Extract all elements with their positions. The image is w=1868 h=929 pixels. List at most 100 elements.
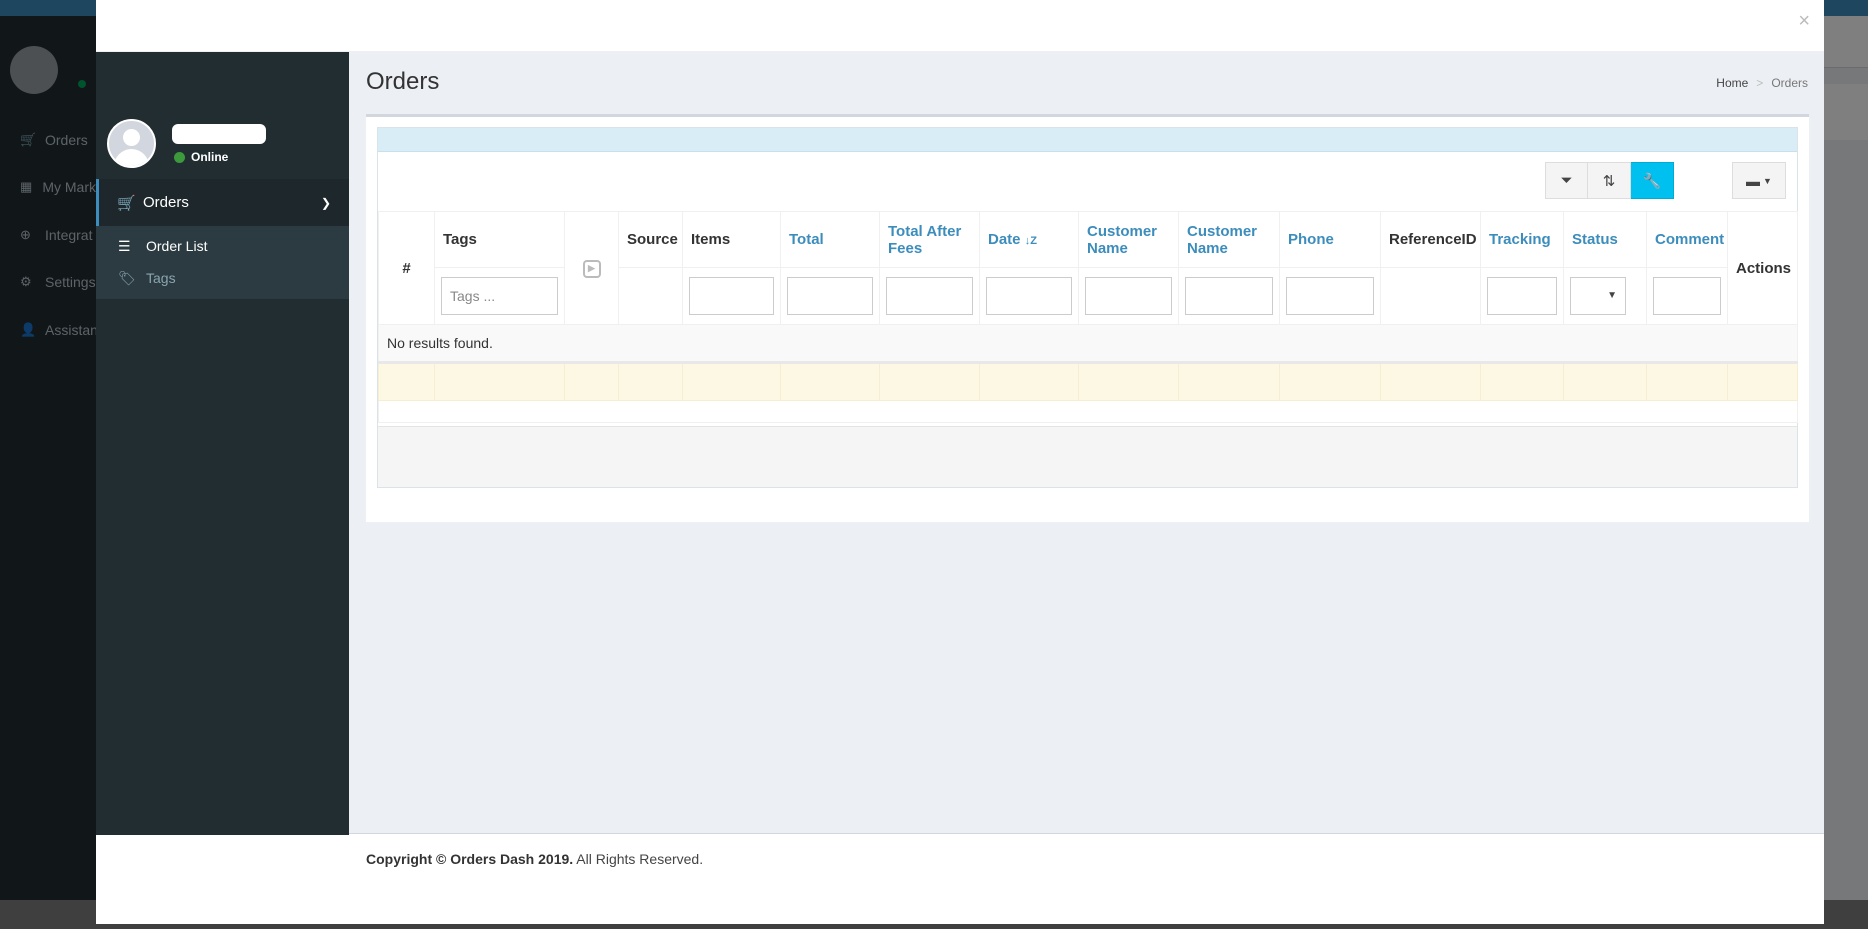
filter-icon: ⏷ [1560, 172, 1573, 189]
summary-cell [1563, 362, 1647, 401]
grid-footer [378, 426, 1797, 487]
column-header-tracking[interactable]: Tracking [1480, 211, 1564, 268]
breadcrumb-current: Orders [1771, 76, 1808, 90]
modal-dialog: × Online 🛒 Orders ❯ ☰ Order List 🏷 Tags … [96, 0, 1824, 924]
filter-cell-phone [1279, 267, 1381, 325]
tags-filter-input[interactable] [441, 277, 558, 315]
summary-cell [1380, 362, 1481, 401]
column-header-phone[interactable]: Phone [1279, 211, 1381, 268]
toolbar-button-group: ⏷ ⇅ 🔧 [1545, 162, 1674, 199]
online-status-icon [174, 151, 185, 163]
filter-cell-tags [434, 267, 565, 325]
summary-cell [378, 362, 435, 401]
column-header-tags: Tags [434, 211, 565, 268]
filter-cell-items [682, 267, 781, 325]
avatar [107, 119, 156, 168]
sidebar-item-label: Order List [146, 238, 208, 254]
date-label: Date [988, 231, 1021, 248]
comment-filter-input[interactable] [1653, 277, 1721, 315]
column-header-total[interactable]: Total [780, 211, 880, 268]
summary-cell [979, 362, 1079, 401]
spacer-cell [378, 400, 1798, 423]
orders-table: # Tags ▶ Source Items Total Total After … [378, 211, 1798, 423]
sidebar: Online 🛒 Orders ❯ ☰ Order List 🏷 Tags [96, 52, 349, 835]
export-dropdown-button[interactable]: ▬ ▼ [1732, 162, 1786, 199]
column-header-customer-name[interactable]: Customer Name [1078, 211, 1179, 268]
rights-text: All Rights Reserved. [576, 851, 704, 867]
user-status-label: Online [191, 150, 229, 164]
empty-results-row: No results found. [378, 324, 1798, 364]
grid-toolbar: ⏷ ⇅ 🔧 ▬ ▼ [378, 152, 1797, 211]
filter-cell-date [979, 267, 1079, 325]
column-header-actions: Actions [1727, 211, 1798, 325]
user-panel: Online [96, 52, 349, 179]
column-header-reference-id: ReferenceID [1380, 211, 1481, 268]
summary-cell [1279, 362, 1381, 401]
column-header-customer-name-2[interactable]: Customer Name [1178, 211, 1280, 268]
filter-cell-customer-name-2 [1178, 267, 1280, 325]
export-icon: ▬ [1746, 172, 1761, 189]
status-filter-select[interactable]: ▼ [1570, 277, 1626, 315]
caret-down-icon: ▼ [1763, 175, 1772, 186]
embedded-app: Online 🛒 Orders ❯ ☰ Order List 🏷 Tags Or… [96, 52, 1824, 887]
column-header-date[interactable]: Date ↓Z [979, 211, 1079, 268]
play-icon[interactable]: ▶ [582, 259, 601, 278]
close-button[interactable]: × [1798, 10, 1810, 32]
settings-button[interactable]: 🔧 [1631, 162, 1674, 199]
sidebar-item-order-list[interactable]: ☰ Order List [96, 230, 349, 262]
summary-cell [1078, 362, 1179, 401]
tracking-filter-input[interactable] [1487, 277, 1557, 315]
total-filter-input[interactable] [787, 277, 873, 315]
nav-orders-label: Orders [143, 194, 189, 211]
filter-cell-source [618, 267, 683, 325]
column-header-total-after-fees[interactable]: Total After Fees [879, 211, 980, 268]
filter-cell-comment [1646, 267, 1728, 325]
filter-button[interactable]: ⏷ [1545, 162, 1588, 199]
summary-cell [564, 362, 619, 401]
summary-cell [780, 362, 880, 401]
cart-icon: 🛒 [117, 194, 136, 212]
orders-grid: ⏷ ⇅ 🔧 ▬ ▼ # Tags ▶ Source Items Total To… [377, 127, 1798, 488]
nav-submenu: ☰ Order List 🏷 Tags [96, 226, 349, 299]
grid-summary-bar [378, 128, 1797, 152]
summary-cell [682, 362, 781, 401]
copyright-text: Copyright © Orders Dash 2019. [366, 851, 574, 867]
column-header-expand: ▶ [564, 211, 619, 325]
filter-cell-total-after-fees [879, 267, 980, 325]
sidebar-item-tags[interactable]: 🏷 Tags [96, 262, 349, 294]
nav-group-orders: 🛒 Orders ❯ ☰ Order List 🏷 Tags [96, 179, 349, 299]
items-filter-input[interactable] [689, 277, 774, 315]
filter-cell-status: ▼ [1563, 267, 1647, 325]
customer-name-2-filter-input[interactable] [1185, 277, 1273, 315]
total-after-fees-filter-input[interactable] [886, 277, 973, 315]
nav-orders-toggle[interactable]: 🛒 Orders ❯ [96, 179, 349, 226]
sort-button[interactable]: ⇅ [1588, 162, 1631, 199]
sidebar-item-label: Tags [146, 270, 176, 286]
summary-cell [434, 362, 565, 401]
summary-cell [1727, 362, 1798, 401]
customer-name-filter-input[interactable] [1085, 277, 1172, 315]
filter-cell-tracking [1480, 267, 1564, 325]
summary-cell [618, 362, 683, 401]
phone-filter-input[interactable] [1286, 277, 1374, 315]
user-status: Online [174, 150, 228, 164]
caret-down-icon: ▼ [1607, 290, 1617, 301]
empty-results-message: No results found. [378, 324, 1798, 364]
column-header-comment[interactable]: Comment [1646, 211, 1728, 268]
tags-icon: 🏷 [118, 269, 136, 286]
avatar-head [123, 129, 140, 146]
filter-cell-reference-id [1380, 267, 1481, 325]
main-footer: Copyright © Orders Dash 2019. All Rights… [349, 833, 1824, 887]
breadcrumb: Home > Orders [1716, 76, 1808, 90]
breadcrumb-home-link[interactable]: Home [1716, 76, 1748, 90]
page-summary-row [378, 362, 1798, 401]
column-header-status[interactable]: Status [1563, 211, 1647, 268]
orders-box: ⏷ ⇅ 🔧 ▬ ▼ # Tags ▶ Source Items Total To… [366, 114, 1809, 522]
breadcrumb-separator: > [1756, 76, 1764, 90]
date-filter-input[interactable] [986, 277, 1072, 315]
summary-cell [879, 362, 980, 401]
spacer-row [378, 400, 1798, 423]
list-icon: ☰ [118, 237, 131, 254]
column-header-source: Source [618, 211, 683, 268]
summary-cell [1178, 362, 1280, 401]
